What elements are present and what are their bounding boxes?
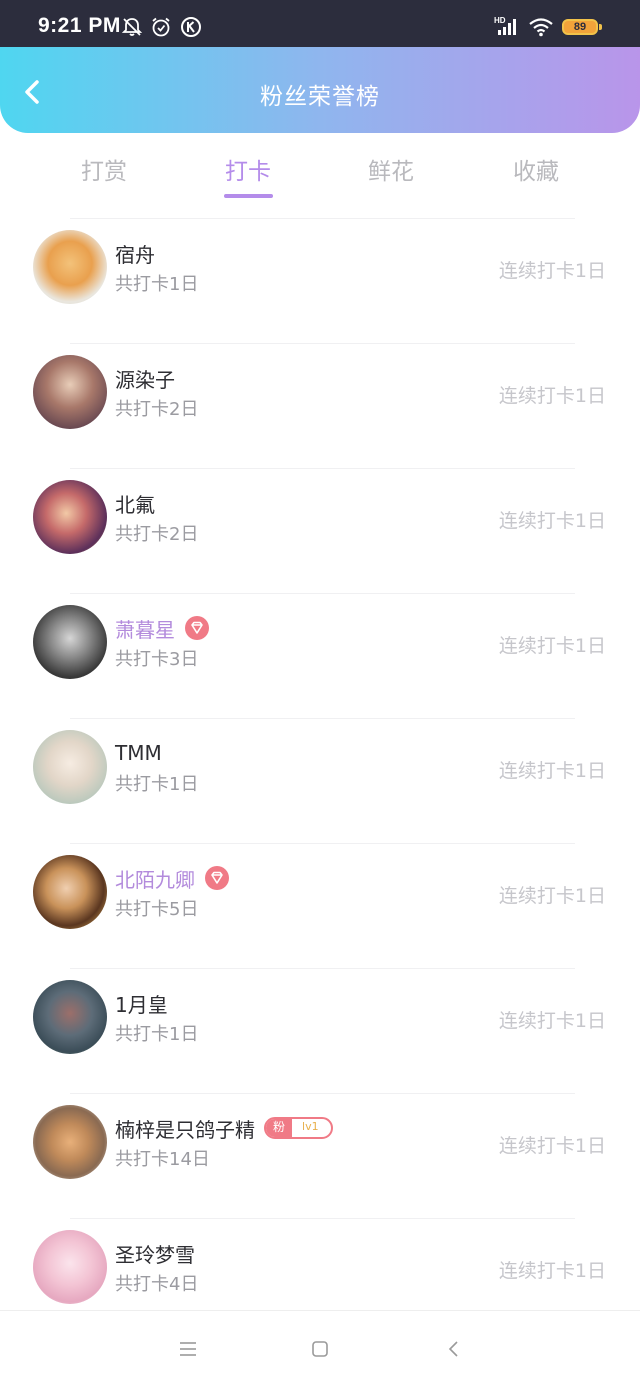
avatar[interactable]: [33, 230, 107, 304]
alarm-clock-icon: [152, 17, 170, 37]
avatar[interactable]: [33, 605, 107, 679]
divider: [70, 718, 575, 719]
divider: [70, 1093, 575, 1094]
vip-diamond-icon: [205, 866, 229, 890]
battery-indicator: 89: [562, 19, 598, 35]
streak-checkins: 连续打卡1日: [498, 260, 606, 282]
total-checkins: 共打卡4日: [115, 1274, 199, 1295]
list-item[interactable]: 宿舟 共打卡1日 连续打卡1日: [0, 218, 640, 343]
avatar[interactable]: [33, 480, 107, 554]
user-name: 北陌九卿: [115, 867, 195, 892]
divider: [70, 343, 575, 344]
list-item[interactable]: 楠梓是只鸽子精 粉 lv1 共打卡14日 连续打卡1日: [0, 1093, 640, 1218]
divider: [70, 468, 575, 469]
avatar[interactable]: [33, 1105, 107, 1179]
tab-checkin[interactable]: 打卡: [198, 152, 298, 186]
streak-checkins: 连续打卡1日: [498, 1135, 606, 1157]
svg-text:HD: HD: [494, 16, 506, 25]
tab-favorites[interactable]: 收藏: [486, 152, 586, 186]
avatar[interactable]: [33, 730, 107, 804]
streak-checkins: 连续打卡1日: [498, 885, 606, 907]
user-name: 圣玲梦雪: [115, 1242, 195, 1267]
fan-level-badge: 粉 lv1: [264, 1117, 333, 1139]
list-item[interactable]: 北氟 共打卡2日 连续打卡1日: [0, 468, 640, 593]
fan-badge-label: 粉: [266, 1119, 293, 1137]
battery-tip: [599, 24, 602, 30]
back-nav-icon[interactable]: [444, 1339, 464, 1359]
page-title: 粉丝荣誉榜: [260, 84, 380, 110]
streak-checkins: 连续打卡1日: [498, 1260, 606, 1282]
list-item[interactable]: TMM 共打卡1日 连续打卡1日: [0, 718, 640, 843]
total-checkins: 共打卡1日: [115, 774, 199, 795]
tab-flowers[interactable]: 鲜花: [341, 152, 441, 186]
user-name: 1月皇: [115, 992, 168, 1017]
menu-icon[interactable]: [178, 1339, 198, 1359]
user-name: TMM: [115, 741, 162, 765]
divider: [70, 1218, 575, 1219]
total-checkins: 共打卡1日: [115, 274, 199, 295]
total-checkins: 共打卡3日: [115, 649, 199, 670]
avatar[interactable]: [33, 980, 107, 1054]
list-item[interactable]: 源染子 共打卡2日 连续打卡1日: [0, 343, 640, 468]
divider: [70, 218, 575, 219]
tab-reward[interactable]: 打赏: [54, 152, 154, 186]
user-name: 北氟: [115, 492, 155, 517]
vip-diamond-icon: [185, 616, 209, 640]
user-name: 源染子: [115, 367, 175, 392]
total-checkins: 共打卡14日: [115, 1149, 210, 1170]
active-tab-indicator: [224, 194, 273, 198]
user-name: 楠梓是只鸽子精: [115, 1117, 255, 1142]
header: 粉丝荣誉榜: [0, 47, 640, 133]
divider: [70, 593, 575, 594]
status-bar: 9:21 PM HD 89: [0, 0, 640, 47]
total-checkins: 共打卡1日: [115, 1024, 199, 1045]
k-app-icon: [181, 17, 201, 37]
total-checkins: 共打卡2日: [115, 399, 199, 420]
user-name: 萧暮星: [115, 617, 175, 642]
status-time: 9:21 PM: [38, 14, 121, 37]
list-item[interactable]: 萧暮星 共打卡3日 连续打卡1日: [0, 593, 640, 718]
wifi-icon: [529, 18, 553, 37]
avatar[interactable]: [33, 1230, 107, 1304]
streak-checkins: 连续打卡1日: [498, 510, 606, 532]
avatar[interactable]: [33, 855, 107, 929]
total-checkins: 共打卡2日: [115, 524, 199, 545]
list-item[interactable]: 北陌九卿 共打卡5日 连续打卡1日: [0, 843, 640, 968]
avatar[interactable]: [33, 355, 107, 429]
system-nav-bar: [0, 1310, 640, 1388]
divider: [70, 843, 575, 844]
streak-checkins: 连续打卡1日: [498, 1010, 606, 1032]
user-name: 宿舟: [115, 242, 155, 267]
streak-checkins: 连续打卡1日: [498, 760, 606, 782]
streak-checkins: 连续打卡1日: [498, 635, 606, 657]
signal-icon: HD: [494, 16, 516, 35]
tab-bar: 打赏 打卡 鲜花 收藏: [0, 140, 640, 202]
divider: [70, 968, 575, 969]
fan-badge-level: lv1: [302, 1120, 319, 1133]
streak-checkins: 连续打卡1日: [498, 385, 606, 407]
mute-bell-icon: [121, 18, 143, 36]
list-item[interactable]: 1月皇 共打卡1日 连续打卡1日: [0, 968, 640, 1093]
home-icon[interactable]: [310, 1339, 330, 1359]
total-checkins: 共打卡5日: [115, 899, 199, 920]
